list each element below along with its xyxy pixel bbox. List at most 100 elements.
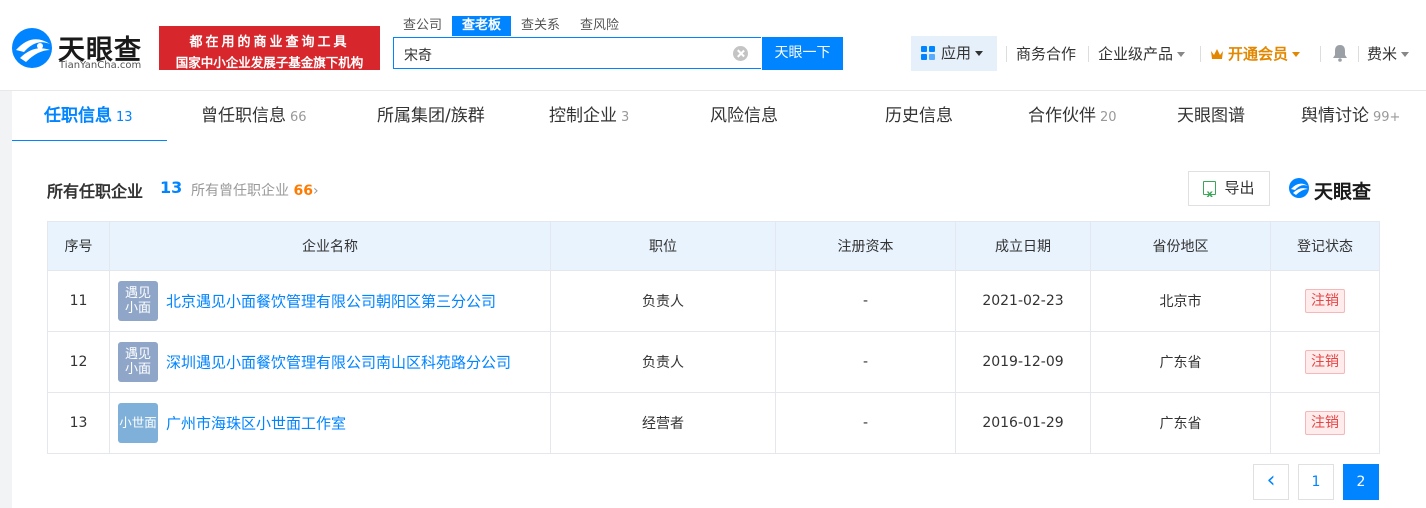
export-label: 导出 [1224, 179, 1255, 197]
nav-divider [1320, 46, 1321, 62]
nav-enterprise-label: 企业级产品 [1098, 45, 1174, 63]
page-2-button[interactable]: 2 [1343, 464, 1379, 500]
search-box [393, 37, 761, 69]
chevron-down-icon [975, 51, 984, 56]
eye-logo-icon [12, 28, 52, 68]
tab-label: 合作伙伴 [1028, 106, 1096, 126]
banner-line1: 都在用的商业查询工具 [189, 35, 350, 50]
col-header-status: 登记状态 [1270, 221, 1380, 271]
search-input[interactable] [402, 44, 726, 66]
nav-divider [1088, 46, 1089, 62]
former-link-count: 66 [293, 183, 313, 199]
capital-cell: - [775, 270, 956, 332]
chevron-down-icon [1177, 52, 1186, 57]
company-logo[interactable]: 小世面 [118, 403, 158, 443]
tab-count: 66 [290, 110, 307, 125]
company-name-link[interactable]: 深圳遇见小面餐饮管理有限公司南山区科苑路分公司 [166, 354, 511, 372]
status-cell: 注销 [1270, 331, 1380, 393]
status-cell: 注销 [1270, 392, 1380, 454]
logo-line: 遇见 [124, 347, 151, 362]
eye-logo-icon [1289, 178, 1309, 198]
export-button[interactable]: 导出 [1188, 171, 1270, 211]
tab-current-positions[interactable]: 任职信息 13 [44, 91, 133, 141]
date-cell: 2016-01-29 [955, 392, 1091, 454]
tab-public-opinion[interactable]: 舆情讨论 99+ [1301, 91, 1400, 141]
status-cell: 注销 [1270, 270, 1380, 332]
col-header-no: 序号 [47, 221, 110, 271]
search-tab-boss[interactable]: 查老板 [452, 16, 512, 36]
nav-divider [1358, 46, 1359, 62]
bell-icon[interactable] [1332, 44, 1348, 62]
search-tab-company[interactable]: 查公司 [393, 16, 452, 36]
tab-history[interactable]: 历史信息 [885, 91, 953, 141]
promo-banner[interactable]: 都在用的商业查询工具 国家中小企业发展子基金旗下机构 [159, 26, 380, 70]
tianyancha-logo[interactable]: 天眼查 TianYanCha.com [10, 26, 152, 74]
tab-count: 20 [1100, 110, 1117, 125]
row-no: 13 [47, 392, 110, 454]
tab-count: 99+ [1373, 110, 1401, 125]
capital-cell: - [775, 331, 956, 393]
col-header-company: 企业名称 [109, 221, 551, 271]
company-name-link[interactable]: 北京遇见小面餐饮管理有限公司朝阳区第三分公司 [166, 293, 496, 311]
tab-label: 天眼图谱 [1177, 106, 1245, 126]
prev-page-button[interactable]: ‹ [1253, 464, 1289, 500]
person-tab-bar: 任职信息 13 曾任职信息 66 所属集团/族群 控制企业 3 风险信息 历史信息 合… [12, 91, 1426, 141]
banner-line2: 国家中小企业发展子基金旗下机构 [175, 55, 364, 70]
nav-user[interactable]: 费米 [1367, 44, 1410, 64]
former-positions-link[interactable]: 所有曾任职企业 66› [191, 180, 319, 200]
nav-enterprise-products[interactable]: 企业级产品 [1098, 44, 1186, 64]
date-cell: 2019-12-09 [955, 331, 1091, 393]
company-cell: 小世面 广州市海珠区小世面工作室 [109, 392, 551, 454]
positions-card: 所有任职企业 13 所有曾任职企业 66› 导出 天眼查 序号 企业名称 职位 … [12, 141, 1426, 508]
search-tab-relation[interactable]: 查关系 [511, 16, 570, 36]
tab-group[interactable]: 所属集团/族群 [377, 91, 485, 141]
company-logo[interactable]: 遇见 小面 [118, 342, 158, 382]
page-1-button[interactable]: 1 [1298, 464, 1334, 500]
chevron-right-icon: › [312, 183, 319, 199]
position-cell: 负责人 [550, 331, 776, 393]
nav-vip[interactable]: 开通会员 [1210, 44, 1301, 64]
apps-menu-button[interactable]: 应用 [911, 36, 997, 71]
company-name-link[interactable]: 广州市海珠区小世面工作室 [166, 415, 346, 433]
company-cell: 遇见 小面 深圳遇见小面餐饮管理有限公司南山区科苑路分公司 [109, 331, 551, 393]
tab-graph[interactable]: 天眼图谱 [1177, 91, 1245, 141]
former-link-label: 所有曾任职企业 [191, 183, 289, 199]
nav-divider [1006, 46, 1007, 62]
tab-risk-info[interactable]: 风险信息 [710, 91, 778, 141]
row-no: 12 [47, 331, 110, 393]
col-header-position: 职位 [550, 221, 776, 271]
logo-line: 小面 [124, 301, 151, 316]
positions-table: 序号 企业名称 职位 注册资本 成立日期 省份地区 登记状态 11 遇见 小面 北京… [47, 221, 1380, 454]
excel-icon [1203, 178, 1217, 211]
tab-label: 曾任职信息 [201, 106, 286, 126]
logo-domain: TianYanCha.com [59, 60, 142, 71]
logo-line: 遇见 [124, 286, 151, 301]
tab-count: 3 [621, 110, 630, 125]
company-logo[interactable]: 遇见 小面 [118, 281, 158, 321]
section-count: 13 [160, 178, 183, 197]
top-header: 天眼查 TianYanCha.com 都在用的商业查询工具 国家中小企业发展子基… [0, 0, 1426, 91]
search-tab-risk[interactable]: 查风险 [570, 16, 629, 36]
tab-former-positions[interactable]: 曾任职信息 66 [201, 91, 307, 141]
nav-business-cooperation[interactable]: 商务合作 [1016, 44, 1076, 64]
tab-label: 控制企业 [549, 106, 617, 126]
search-button[interactable]: 天眼一下 [762, 37, 843, 70]
watermark-text: 天眼查 [1314, 181, 1372, 203]
tab-partners[interactable]: 合作伙伴 20 [1028, 91, 1117, 141]
region-cell: 广东省 [1090, 392, 1271, 454]
region-cell: 北京市 [1090, 270, 1271, 332]
chevron-down-icon [1292, 52, 1301, 57]
watermark-logo: 天眼查 [1288, 177, 1388, 203]
tab-label: 风险信息 [710, 106, 778, 126]
table-row: 11 遇见 小面 北京遇见小面餐饮管理有限公司朝阳区第三分公司 负责人 - 2021… [47, 270, 1380, 332]
tab-controlled-companies[interactable]: 控制企业 3 [549, 91, 629, 141]
col-header-date: 成立日期 [955, 221, 1091, 271]
status-badge: 注销 [1305, 350, 1345, 374]
col-header-region: 省份地区 [1090, 221, 1271, 271]
logo-line: 小世面 [119, 415, 157, 430]
tab-label: 任职信息 [44, 106, 112, 126]
table-row: 13 小世面 广州市海珠区小世面工作室 经营者 - 2016-01-29 广东省 … [47, 392, 1380, 454]
apps-label: 应用 [941, 44, 972, 62]
table-header-row: 序号 企业名称 职位 注册资本 成立日期 省份地区 登记状态 [47, 221, 1380, 271]
clear-icon[interactable] [733, 46, 748, 61]
